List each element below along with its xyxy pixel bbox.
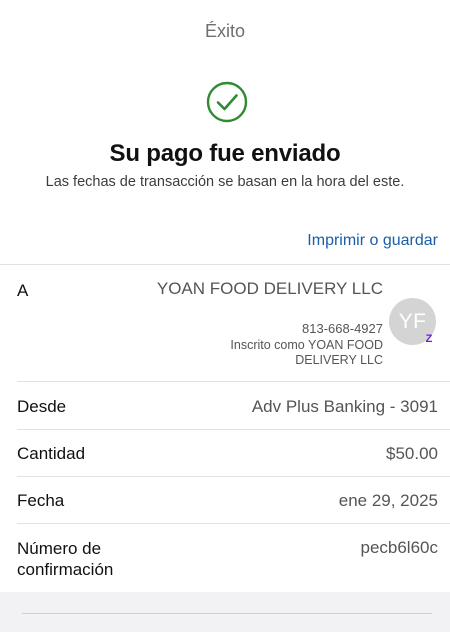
recipient-phone: 813-668-4927 <box>302 321 383 336</box>
divider <box>17 523 450 524</box>
footer-area <box>0 592 450 632</box>
divider <box>22 613 432 614</box>
print-or-save-link[interactable]: Imprimir o guardar <box>307 232 438 250</box>
amount-label: Cantidad <box>17 444 86 463</box>
divider <box>17 381 450 382</box>
payment-sent-heading: Su pago fue enviado <box>109 140 341 167</box>
timezone-note: Las fechas de transacción se basan en la… <box>45 174 405 190</box>
divider <box>17 476 450 477</box>
recipient-label: A <box>17 281 29 300</box>
divider <box>0 264 450 265</box>
date-label: Fecha <box>17 491 65 510</box>
date-value: ene 29, 2025 <box>338 491 438 510</box>
confirmation-number-value: pecb6l60c <box>360 538 438 557</box>
confirmation-number-label: Número de confirmación <box>17 539 114 579</box>
amount-value: $50.00 <box>386 444 438 463</box>
divider <box>17 429 450 430</box>
recipient-enrolled-as: Inscrito como YOAN FOOD DELIVERY LLC <box>230 338 383 367</box>
page-title: Éxito <box>204 21 246 41</box>
recipient-name: YOAN FOOD DELIVERY LLC <box>156 279 383 298</box>
from-label: Desde <box>17 397 67 416</box>
from-account-value: Adv Plus Banking - 3091 <box>251 397 438 416</box>
zelle-icon: Z <box>425 333 433 345</box>
check-circle-icon <box>206 81 248 123</box>
